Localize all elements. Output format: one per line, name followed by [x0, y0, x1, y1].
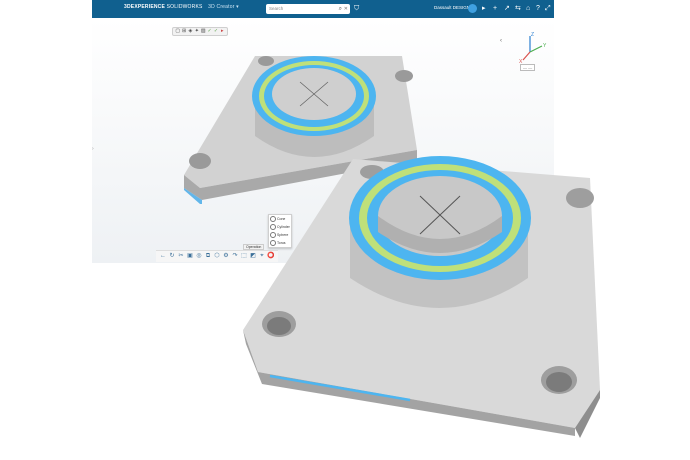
stage: 3DEXPERIENCE SOLIDWORKS 3D Creator ▾ Sea…	[0, 0, 690, 460]
hole	[566, 188, 594, 208]
hole-inner	[267, 317, 291, 335]
part-model-large[interactable]	[0, 0, 690, 460]
hole-inner	[546, 372, 572, 392]
